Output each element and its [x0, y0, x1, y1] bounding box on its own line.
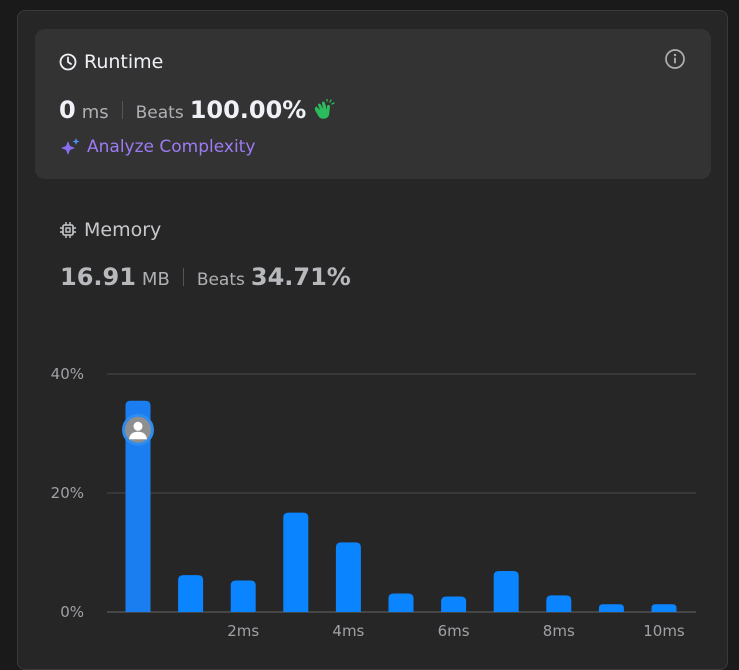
bar[interactable] [388, 593, 414, 612]
bar[interactable] [178, 575, 204, 612]
x-tick-label: 8ms [543, 622, 575, 640]
bar[interactable] [441, 596, 467, 612]
bar[interactable] [493, 570, 519, 612]
y-tick-label: 0% [60, 603, 84, 621]
x-tick-label: 4ms [332, 622, 364, 640]
bar[interactable] [598, 604, 624, 612]
bar[interactable] [230, 580, 256, 612]
y-tick-label: 20% [51, 484, 84, 502]
y-tick-label: 40% [51, 365, 84, 383]
bar[interactable] [546, 595, 572, 612]
user-avatar-marker[interactable] [122, 413, 154, 446]
bar[interactable] [651, 604, 677, 612]
x-tick-label: 2ms [227, 622, 259, 640]
x-tick-label: 10ms [643, 622, 685, 640]
x-tick-label: 6ms [438, 622, 470, 640]
bar[interactable] [283, 512, 309, 612]
bar[interactable] [335, 542, 361, 612]
runtime-distribution-chart: 0% 20% 40% 2ms 4ms 6ms 8ms 10ms [51, 365, 696, 640]
